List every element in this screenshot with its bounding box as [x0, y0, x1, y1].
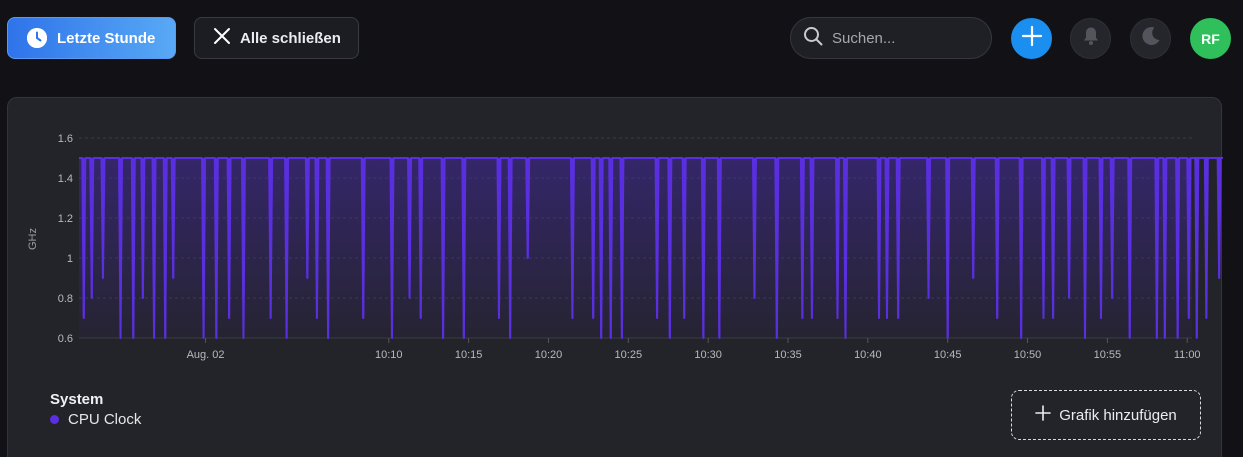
add-button[interactable] — [1011, 18, 1052, 59]
x-tick-label: 10:15 — [455, 349, 483, 361]
bell-icon — [1082, 26, 1100, 51]
y-tick-label: 0.8 — [58, 293, 73, 305]
x-axis-ticks: Aug. 02 10:10 10:15 10:20 10:25 10:30 10:35 10:… — [187, 338, 1201, 361]
x-tick-label: 10:10 — [375, 349, 403, 361]
x-tick-label: 10:20 — [535, 349, 563, 361]
close-icon — [213, 27, 231, 49]
moon-icon — [1140, 25, 1162, 52]
y-tick-label: 1.4 — [58, 173, 73, 185]
chart-panel: 0.6 0.8 1 1.2 1.4 1.6 Aug. 02 10:10 10:15 10:20 1… — [7, 97, 1223, 457]
time-range-label: Letzte Stunde — [57, 29, 156, 47]
search-icon — [803, 26, 823, 51]
x-tick-label: 10:35 — [774, 349, 802, 361]
close-all-label: Alle schließen — [240, 29, 341, 47]
search-box[interactable] — [790, 17, 992, 59]
theme-toggle-button[interactable] — [1130, 18, 1171, 59]
legend-group-label: System — [50, 391, 104, 408]
add-chart-button[interactable]: Grafik hinzufügen — [1011, 390, 1201, 440]
y-axis-label: GHz — [27, 228, 39, 250]
x-tick-label: 10:45 — [934, 349, 962, 361]
close-all-button[interactable]: Alle schließen — [194, 17, 359, 59]
avatar[interactable]: RF — [1190, 18, 1231, 59]
plus-icon — [1035, 405, 1052, 425]
x-tick-label: Aug. 02 — [187, 349, 225, 361]
time-range-button[interactable]: Letzte Stunde — [7, 17, 176, 59]
add-chart-label: Grafik hinzufügen — [1059, 406, 1177, 424]
legend-item[interactable]: CPU Clock — [50, 411, 141, 428]
y-tick-label: 0.6 — [58, 333, 73, 345]
x-tick-label: 11:00 — [1174, 349, 1201, 361]
clock-icon — [27, 28, 47, 48]
y-tick-label: 1 — [67, 253, 73, 265]
search-input[interactable] — [832, 29, 982, 47]
x-tick-label: 10:40 — [854, 349, 882, 361]
x-tick-label: 10:25 — [615, 349, 643, 361]
plus-icon — [1021, 25, 1043, 52]
x-tick-label: 10:30 — [694, 349, 722, 361]
notifications-button[interactable] — [1070, 18, 1111, 59]
legend-label: CPU Clock — [68, 411, 142, 428]
avatar-initials: RF — [1201, 30, 1220, 47]
x-tick-label: 10:50 — [1014, 349, 1042, 361]
legend-swatch — [50, 415, 59, 424]
cpu-clock-chart: 0.6 0.8 1 1.2 1.4 1.6 Aug. 02 10:10 10:15 10:20 1… — [27, 133, 1223, 361]
y-tick-label: 1.6 — [58, 133, 73, 145]
y-axis-ticks: 0.6 0.8 1 1.2 1.4 1.6 — [58, 133, 73, 345]
y-tick-label: 1.2 — [58, 213, 73, 225]
x-tick-label: 10:55 — [1094, 349, 1122, 361]
